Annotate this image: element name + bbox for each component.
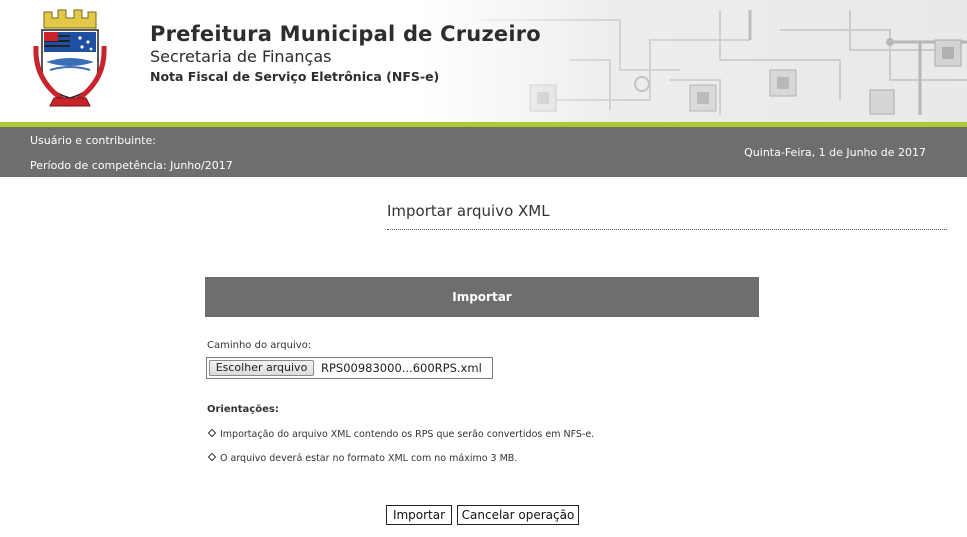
selected-file-name: RPS00983000...600RPS.xml <box>321 361 482 375</box>
header-titles: Prefeitura Municipal de Cruzeiro Secreta… <box>150 22 541 84</box>
diamond-bullet-icon <box>207 452 217 462</box>
period-label: Período de competência: Junho/2017 <box>30 159 233 172</box>
panel-heading: Importar <box>205 277 759 317</box>
page-header: Prefeitura Municipal de Cruzeiro Secreta… <box>0 0 967 122</box>
city-crest-icon <box>33 9 107 107</box>
orientations-title: Orientações: <box>207 404 279 415</box>
import-button[interactable]: Importar <box>386 505 452 525</box>
diamond-bullet-icon <box>207 428 217 438</box>
current-date: Quinta-Feira, 1 de Junho de 2017 <box>744 146 926 159</box>
cancel-button[interactable]: Cancelar operação <box>457 505 579 525</box>
header-system-name: Nota Fiscal de Serviço Eletrônica (NFS-e… <box>150 69 440 84</box>
orientation-item: O arquivo deverá estar no formato XML co… <box>207 452 518 464</box>
orientation-text: O arquivo deverá estar no formato XML co… <box>220 453 518 464</box>
orientation-text: Importação do arquivo XML contendo os RP… <box>220 429 595 440</box>
orientation-item: Importação do arquivo XML contendo os RP… <box>207 428 595 440</box>
choose-file-button[interactable]: Escolher arquivo <box>209 360 314 376</box>
header-subtitle: Secretaria de Finanças <box>150 47 332 66</box>
header-title: Prefeitura Municipal de Cruzeiro <box>150 22 541 46</box>
file-input[interactable]: Escolher arquivo RPS00983000...600RPS.xm… <box>206 357 493 379</box>
page-title-divider <box>387 229 947 230</box>
file-path-label: Caminho do arquivo: <box>207 340 312 351</box>
user-label: Usuário e contribuinte: <box>30 134 156 147</box>
info-bar: Usuário e contribuinte: Período de compe… <box>0 127 967 177</box>
page-title: Importar arquivo XML <box>387 202 550 220</box>
